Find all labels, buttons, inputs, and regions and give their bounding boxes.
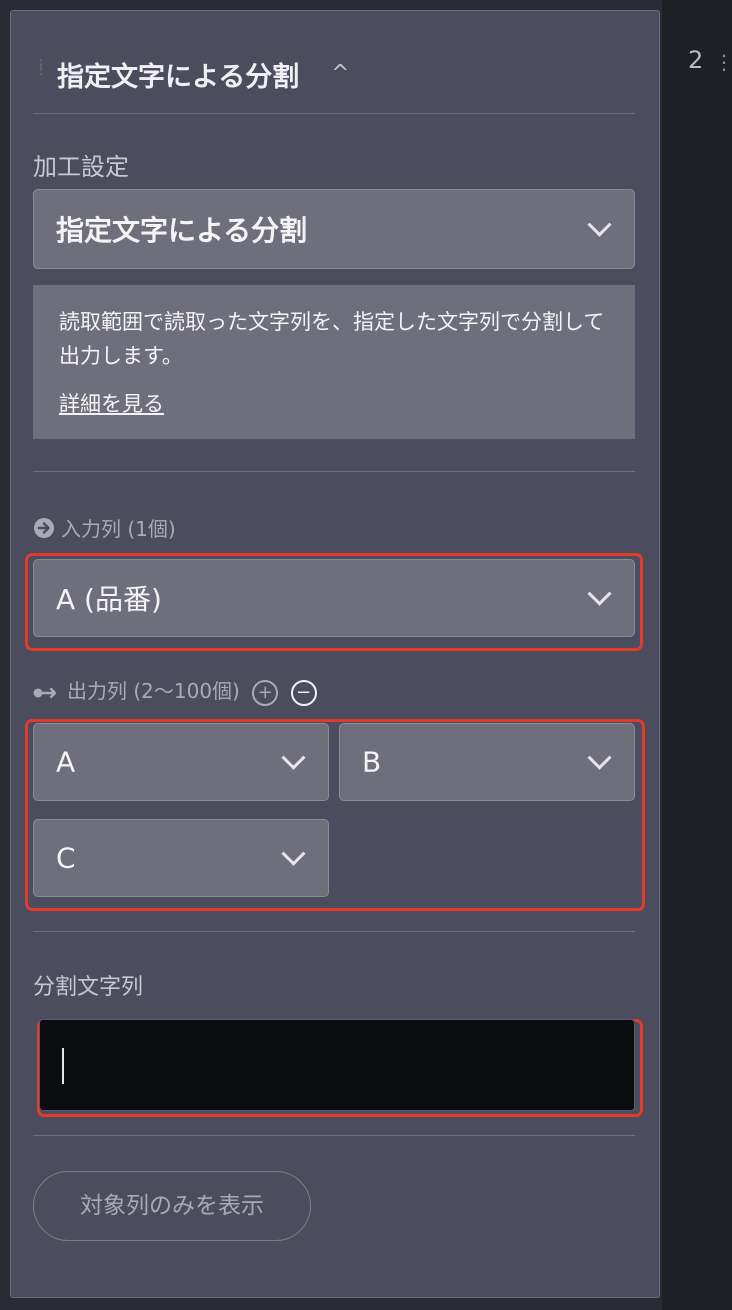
divider bbox=[33, 471, 635, 472]
processing-label: 加工設定 bbox=[33, 153, 129, 181]
arrow-output-icon bbox=[33, 681, 61, 705]
processing-select[interactable]: 指定文字による分割 bbox=[33, 189, 635, 269]
split-string-input[interactable] bbox=[39, 1019, 635, 1111]
output-columns-label-text: 出力列 (2〜100個) bbox=[67, 679, 240, 703]
input-columns-label: 入力列 (1個) bbox=[33, 513, 176, 544]
divider bbox=[33, 1135, 635, 1136]
chevron-down-icon bbox=[281, 841, 306, 866]
collapse-chevron-icon[interactable]: ^ bbox=[331, 61, 349, 86]
step-number: 2 bbox=[688, 46, 704, 74]
input-column-select[interactable]: A (品番) bbox=[33, 559, 635, 637]
description-box: 読取範囲で読取った文字列を、指定した文字列で分割して出力します。 詳細を見る bbox=[33, 285, 635, 439]
divider bbox=[33, 113, 635, 114]
input-columns-label-text: 入力列 (1個) bbox=[61, 517, 176, 541]
drag-handle-icon[interactable]: ⋮ ⋮ bbox=[35, 58, 47, 87]
split-string-label: 分割文字列 bbox=[33, 975, 144, 1000]
output-column-value: A bbox=[56, 745, 76, 779]
output-columns-label: 出力列 (2〜100個) + − bbox=[33, 675, 317, 706]
add-column-button[interactable]: + bbox=[252, 679, 279, 706]
output-column-select-a[interactable]: A bbox=[33, 723, 329, 801]
description-text: 読取範囲で読取った文字列を、指定した文字列で分割して出力します。 bbox=[59, 310, 605, 368]
chevron-down-icon bbox=[587, 581, 612, 606]
chevron-down-icon bbox=[281, 745, 306, 770]
input-column-value: A (品番) bbox=[56, 583, 162, 616]
output-column-select-c[interactable]: C bbox=[33, 819, 329, 897]
more-icon[interactable]: ⋮ bbox=[714, 52, 732, 72]
divider bbox=[33, 931, 635, 932]
remove-column-button[interactable]: − bbox=[290, 679, 317, 706]
text-cursor bbox=[62, 1048, 64, 1084]
output-column-value: C bbox=[56, 841, 76, 875]
processing-select-value: 指定文字による分割 bbox=[56, 214, 308, 247]
show-target-columns-button[interactable]: 対象列のみを表示 bbox=[33, 1171, 311, 1241]
arrow-right-circle-icon bbox=[33, 517, 55, 544]
detail-link[interactable]: 詳細を見る bbox=[59, 387, 164, 421]
chevron-down-icon bbox=[587, 212, 612, 237]
output-column-value: B bbox=[362, 745, 382, 779]
chevron-down-icon bbox=[587, 745, 612, 770]
output-column-select-b[interactable]: B bbox=[339, 723, 635, 801]
panel-title: 指定文字による分割 bbox=[57, 62, 300, 93]
right-sidebar bbox=[662, 0, 732, 1310]
settings-panel: ⋮ ⋮ 指定文字による分割 ^ 加工設定 指定文字による分割 読取範囲で読取った文… bbox=[10, 10, 660, 1298]
